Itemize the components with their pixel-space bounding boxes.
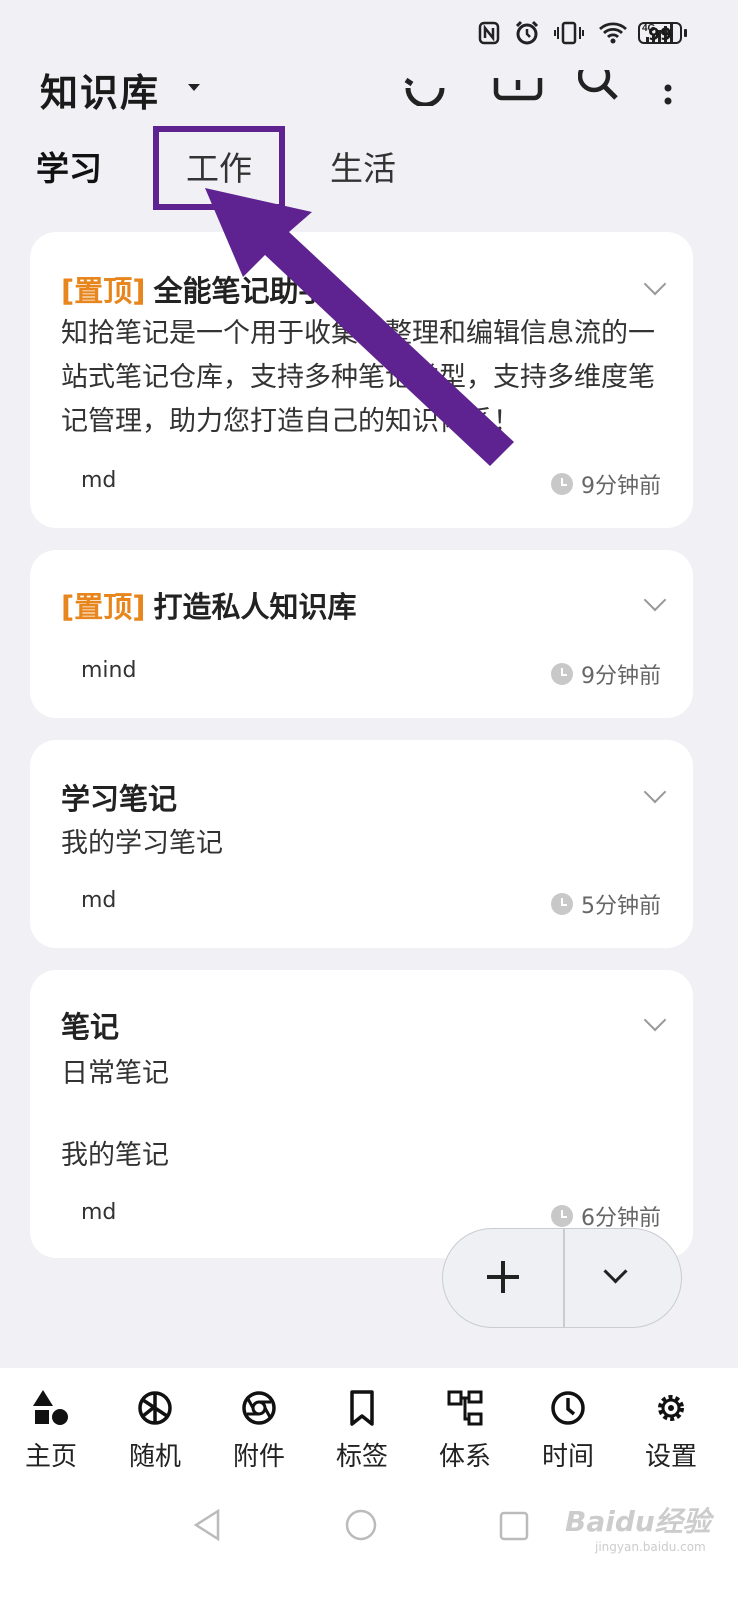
pinned-badge: [置顶]	[61, 590, 146, 624]
bookmark-icon	[350, 1390, 374, 1426]
nav-label: 体系	[438, 1442, 491, 1472]
nav-settings[interactable]: 设置	[631, 1388, 711, 1473]
chevron-down-icon[interactable]	[643, 780, 667, 804]
note-time: 9分钟前	[551, 468, 661, 500]
app-header: 知识库	[0, 70, 738, 110]
nav-label: 附件	[232, 1442, 285, 1472]
note-type: md	[81, 468, 117, 493]
note-type: mind	[81, 658, 137, 683]
alarm-icon	[515, 20, 539, 45]
back-icon[interactable]	[192, 1508, 222, 1542]
note-card[interactable]: [置顶] 打造私人知识库 mind 9分钟前	[30, 550, 693, 718]
aperture-icon	[242, 1391, 276, 1425]
note-card[interactable]: 学习笔记 我的学习笔记 md 5分钟前	[30, 740, 693, 948]
more-icon[interactable]	[660, 70, 676, 106]
tab-study[interactable]: 学习	[36, 142, 102, 190]
random-icon	[138, 1391, 172, 1425]
nav-label: 时间	[541, 1442, 594, 1472]
note-title-text: 全能笔记助手	[153, 274, 328, 308]
chevron-down-icon[interactable]	[643, 588, 667, 612]
hierarchy-icon	[447, 1390, 483, 1426]
pinned-badge: [置顶]	[61, 274, 146, 308]
note-title: [置顶] 打造私人知识库	[61, 584, 357, 626]
floating-action-group	[442, 1228, 682, 1328]
clock-icon	[551, 473, 573, 495]
wifi-icon	[599, 22, 627, 44]
fab-divider	[563, 1229, 565, 1327]
note-preview: 知拾笔记是一个用于收集、整理和编辑信息流的一站式笔记仓库，支持多种笔记类型，支持…	[61, 318, 655, 437]
tab-life[interactable]: 生活	[330, 142, 396, 190]
note-type: md	[81, 1200, 117, 1225]
clock-icon	[551, 893, 573, 915]
note-time: 5分钟前	[551, 888, 661, 920]
clock-icon	[551, 1205, 573, 1227]
annotation-highlight-box	[153, 126, 285, 210]
cloud-icon[interactable]	[492, 70, 544, 106]
nav-attachments[interactable]: 附件	[219, 1388, 299, 1473]
note-card[interactable]: 笔记 日常笔记 我的笔记 md 6分钟前	[30, 970, 693, 1258]
clock-icon	[551, 663, 573, 685]
clock-icon	[551, 1391, 585, 1425]
note-time: 9分钟前	[551, 658, 661, 690]
watermark-url: jingyan.baidu.com	[595, 1540, 706, 1554]
vibrate-icon	[554, 21, 584, 45]
watermark-text: Baidu经验	[565, 1505, 711, 1538]
note-card[interactable]: [置顶] 全能笔记助手 知拾笔记是一个用于收集、整理和编辑信息流的一站式笔记仓库，…	[30, 232, 693, 528]
note-preview-line: 我的笔记	[61, 1140, 169, 1171]
nfc-icon	[478, 21, 500, 45]
note-title: [置顶] 全能笔记助手	[61, 268, 328, 310]
note-preview: 日常笔记	[61, 1058, 169, 1089]
chevron-down-icon[interactable]	[643, 1008, 667, 1032]
nav-label: 主页	[24, 1442, 77, 1472]
baidu-watermark: Baidu经验 jingyan.baidu.com	[565, 1500, 711, 1554]
search-icon[interactable]	[578, 70, 620, 106]
home-shapes-icon	[33, 1390, 68, 1425]
note-title-text: 打造私人知识库	[153, 590, 357, 624]
nav-random[interactable]: 随机	[115, 1388, 195, 1473]
note-time-text: 9分钟前	[581, 664, 661, 689]
chevron-down-icon[interactable]	[603, 1259, 628, 1284]
note-time-text: 9分钟前	[581, 474, 661, 499]
status-bar: 4G 99	[0, 0, 738, 70]
sync-icon[interactable]	[402, 70, 448, 106]
plus-icon[interactable]	[483, 1257, 523, 1297]
nav-label: 标签	[335, 1442, 388, 1472]
nav-system[interactable]: 体系	[425, 1388, 505, 1473]
nav-time[interactable]: 时间	[528, 1388, 608, 1473]
gear-icon	[658, 1395, 684, 1421]
nav-label: 设置	[644, 1442, 697, 1472]
nav-tags[interactable]: 标签	[322, 1388, 402, 1473]
library-title[interactable]: 知识库	[40, 70, 160, 110]
chevron-down-icon[interactable]	[643, 272, 667, 296]
nav-home[interactable]: 主页	[11, 1388, 91, 1473]
note-time-text: 5分钟前	[581, 894, 661, 919]
recents-icon[interactable]	[498, 1510, 530, 1542]
battery-icon: 99	[638, 22, 687, 45]
note-type: md	[81, 888, 117, 913]
note-title: 学习笔记	[61, 782, 178, 816]
note-preview: 我的学习笔记	[61, 828, 223, 859]
nav-label: 随机	[128, 1442, 181, 1472]
home-icon[interactable]	[344, 1508, 378, 1542]
note-title: 笔记	[61, 1010, 120, 1044]
caret-down-icon[interactable]	[188, 84, 200, 91]
